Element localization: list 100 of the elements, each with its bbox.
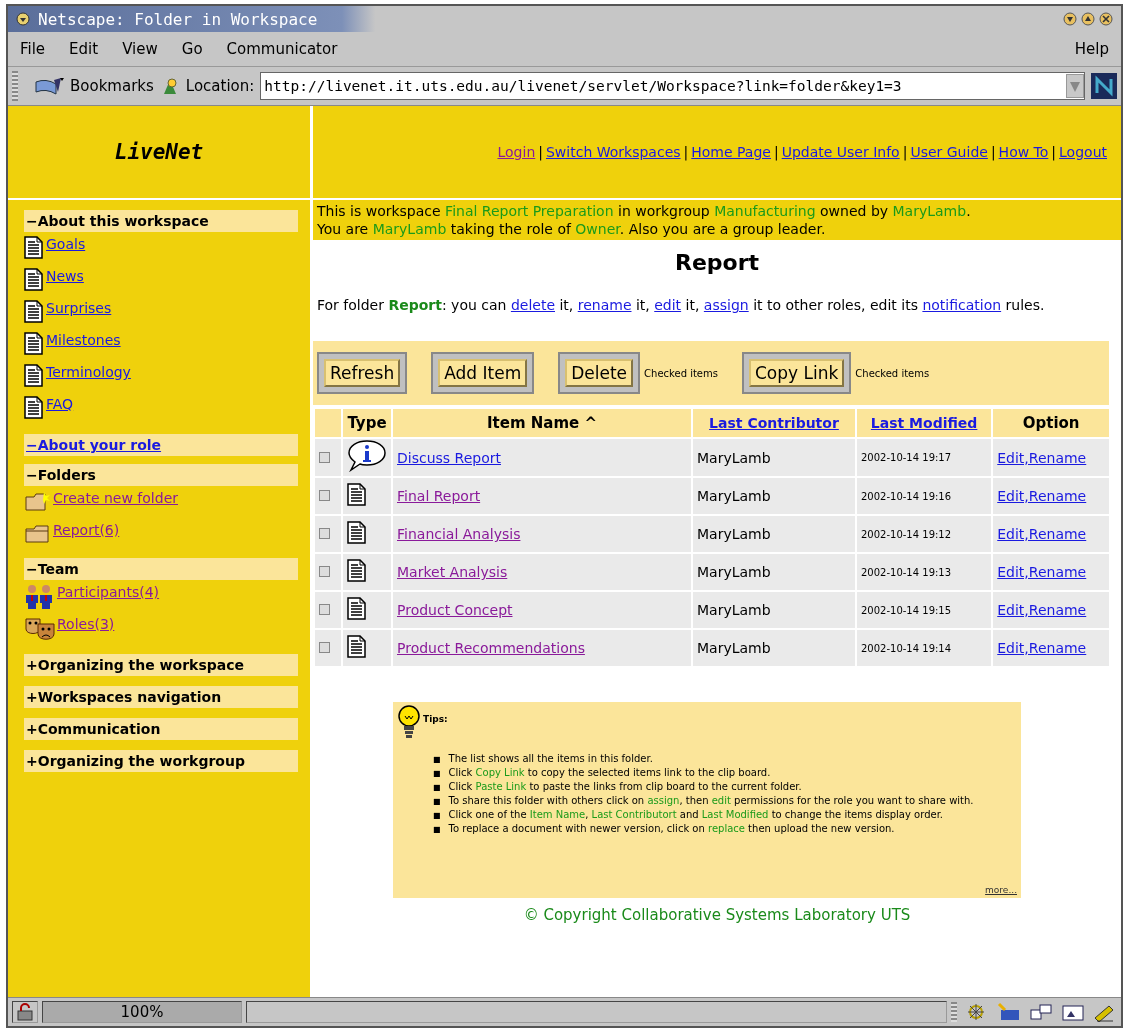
section-header[interactable]: −Folders — [24, 464, 298, 486]
nav-link[interactable]: How To — [998, 144, 1049, 160]
tip-text: The list shows all the items in this folder. — [448, 752, 653, 765]
document-icon — [347, 597, 366, 620]
info-text: You are MaryLamb taking the role of Owner. Also you are a group leader. — [317, 220, 827, 238]
location-label: Location: — [185, 77, 255, 95]
checkbox[interactable] — [319, 451, 330, 463]
table-cell: MaryLamb — [693, 554, 855, 590]
nav-link[interactable]: Login — [497, 144, 536, 160]
close-button[interactable] — [1099, 12, 1113, 26]
folder-icon — [24, 490, 52, 512]
bullet: ■ — [433, 768, 441, 780]
tip-text: Click Paste Link to paste the links from clip board to the current folder. — [448, 780, 802, 793]
checkbox[interactable] — [319, 642, 330, 653]
menu-item[interactable]: Communicator — [226, 40, 338, 58]
table-cell: 2002-10-14 19:13 — [856, 554, 992, 590]
menu-item[interactable]: Go — [181, 40, 203, 58]
action-button[interactable]: Delete — [565, 359, 634, 387]
more-link[interactable]: more... — [985, 885, 1017, 895]
link-separator: | — [537, 144, 544, 160]
column-header: Option — [993, 409, 1109, 437]
folder-actions-text: For folder Report: you can delete it, rename it, edit it, assign it to other roles, edit its notification rules. — [317, 296, 1046, 315]
table-cell: 2002-10-14 19:15 — [856, 592, 992, 628]
section-header[interactable]: −Team — [24, 558, 298, 580]
table-cell: MaryLamb — [693, 439, 855, 476]
sidebar-link[interactable]: Roles(3) — [57, 616, 115, 632]
link-separator: | — [989, 144, 997, 160]
nav-link[interactable]: User Guide — [910, 144, 988, 160]
checkbox[interactable] — [319, 604, 330, 615]
action-link[interactable]: delete — [510, 297, 555, 313]
bullet: ■ — [433, 782, 441, 794]
chat-icon[interactable] — [1029, 1002, 1053, 1022]
folder-icon — [24, 522, 52, 544]
menu-item[interactable]: Help — [1074, 40, 1109, 58]
action-link[interactable]: notification — [922, 297, 1002, 313]
sidebar-link[interactable]: Milestones — [46, 332, 121, 348]
action-button[interactable]: Refresh — [324, 359, 401, 387]
checkbox[interactable] — [319, 528, 330, 539]
site-logo: LiveNet — [114, 140, 204, 164]
zoom-level: 100% — [42, 1001, 242, 1023]
bookmarks-button[interactable]: Bookmarks — [70, 77, 154, 95]
maximize-button[interactable] — [1081, 12, 1095, 26]
lightbulb-icon — [397, 704, 421, 740]
checkbox[interactable] — [319, 566, 330, 577]
section-header[interactable]: −About this workspace — [24, 210, 298, 232]
action-link[interactable]: rename — [577, 297, 632, 313]
action-button[interactable]: Add Item — [438, 359, 528, 387]
action-link[interactable]: assign — [703, 297, 749, 313]
checkbox[interactable] — [319, 490, 330, 501]
section-header[interactable]: −About your role — [24, 434, 298, 456]
item-link[interactable]: Final Report — [397, 488, 481, 504]
toolbar-grip[interactable] — [12, 71, 18, 101]
table-cell: MaryLamb — [693, 630, 855, 666]
nav-link[interactable]: Update User Info — [781, 144, 900, 160]
document-icon — [24, 268, 43, 291]
sort-link[interactable]: Last Contributor — [709, 415, 839, 431]
nav-link[interactable]: Home Page — [691, 144, 771, 160]
sidebar-link[interactable]: Terminology — [46, 364, 131, 380]
table-cell: 2002-10-14 19:12 — [856, 516, 992, 552]
sidebar-link[interactable]: Surprises — [46, 300, 112, 316]
item-link[interactable]: Discuss Report — [397, 449, 501, 466]
section-header[interactable]: +Communication — [24, 718, 298, 740]
menu-item[interactable]: View — [122, 40, 158, 58]
nav-link[interactable]: Logout — [1059, 144, 1107, 160]
table-cell: 2002-10-14 19:14 — [856, 630, 992, 666]
document-icon — [347, 559, 366, 582]
minimize-button[interactable] — [1063, 12, 1077, 26]
toolbar-grip[interactable] — [951, 1002, 957, 1022]
document-icon — [24, 300, 43, 323]
sidebar-link[interactable]: News — [46, 268, 84, 284]
bookmark-ribbon-icon — [34, 76, 64, 96]
section-header[interactable]: +Workspaces navigation — [24, 686, 298, 708]
menu-item[interactable]: Edit — [69, 40, 99, 58]
sidebar-link[interactable]: Goals — [46, 236, 86, 252]
link-separator: | — [901, 144, 909, 160]
sort-link[interactable]: Last Modified — [870, 415, 978, 431]
sidebar-link[interactable]: FAQ — [46, 396, 74, 412]
tip-text: To share this folder with others click on assign, then edit permissions for the role you want to share with. — [448, 794, 974, 807]
bullet: ■ — [433, 754, 441, 766]
sidebar-link[interactable]: Report(6) — [53, 522, 120, 538]
item-link[interactable]: Financial Analysis — [397, 526, 521, 542]
theater-masks-icon — [24, 616, 56, 642]
table-cell: MaryLamb — [693, 478, 855, 514]
section-header[interactable]: +Organizing the workgroup — [24, 750, 298, 772]
item-link[interactable]: Market Analysis — [397, 564, 508, 580]
sidebar-link[interactable]: Create new folder — [53, 490, 178, 506]
nav-link[interactable]: Switch Workspaces — [546, 144, 681, 160]
sidebar-link[interactable]: Participants(4) — [57, 584, 160, 600]
button-note: Checked items — [855, 367, 930, 379]
menu-item[interactable]: File — [20, 40, 46, 58]
section-header[interactable]: +Organizing the workspace — [24, 654, 298, 676]
item-link[interactable]: Product Concept — [397, 602, 513, 618]
link-separator: | — [1050, 144, 1058, 160]
page-heading: Report — [673, 250, 761, 275]
action-link[interactable]: edit — [654, 297, 682, 313]
document-icon — [24, 364, 43, 387]
document-icon — [347, 635, 366, 658]
action-button[interactable]: Copy Link — [748, 359, 845, 387]
url-field[interactable]: http://livenet.it.uts.edu.au/livenet/servlet/Workspace?link=folder&key1=3 — [260, 72, 1085, 100]
tip-text: Click one of the Item Name, Last Contributort and Last Modified to change the items display order. — [448, 808, 943, 821]
